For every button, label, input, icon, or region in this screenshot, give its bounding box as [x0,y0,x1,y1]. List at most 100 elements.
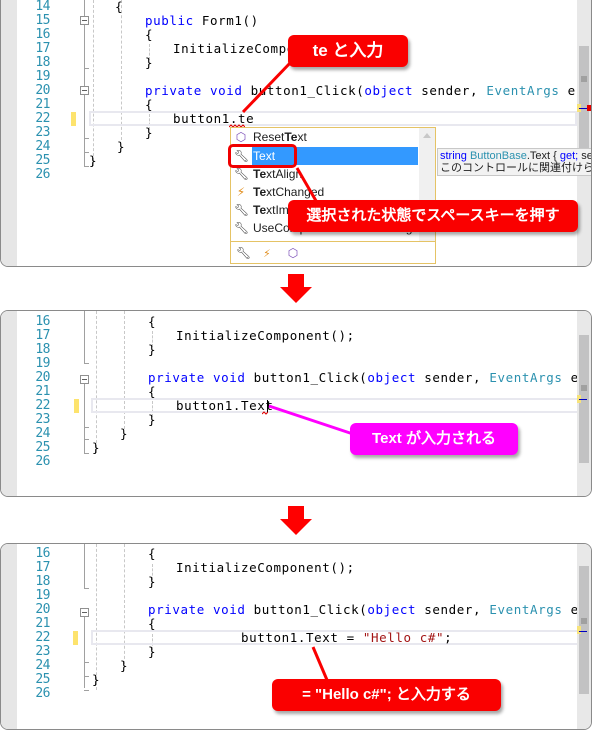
code-text: InitializeComponent(); [176,328,355,343]
line-number: 23 [35,125,50,140]
line-number: 24 [35,658,50,673]
line-number: 21 [35,616,50,631]
code-line[interactable]: 20 private void button1_Click(object send… [1,371,586,385]
method-icon: ⬡ [235,130,247,144]
scroll-marker [581,76,587,82]
vertical-scrollbar[interactable] [577,311,591,496]
code-text: } [89,153,98,168]
code-line[interactable]: 20 private void button1_Click(object send… [1,602,586,617]
code-line[interactable]: 19 [1,357,579,371]
scroll-up-arrow-icon[interactable] [423,133,431,138]
line-number: 24 [35,139,50,154]
method-filter-icon[interactable]: ⬡ [286,246,300,260]
code-line[interactable]: 16 { [1,315,579,329]
code-text: button1.Text = "Hello c#"; [176,631,452,645]
line-number: 15 [35,13,50,28]
code-text: { [148,314,157,329]
code-line[interactable]: 16 { [1,547,579,561]
keyword: public [145,13,194,28]
code-line[interactable]: 19 [1,70,579,84]
code-text: } [120,426,129,441]
code-text: } [92,672,101,687]
code-text: { [148,616,157,631]
code-line[interactable]: 21 { [1,98,579,112]
code-rest: button1_Click( [242,83,365,98]
code-line[interactable]: 14 { [1,0,579,14]
code-line[interactable]: 17 InitializeComponent(); [1,561,579,575]
code-text: } [145,55,154,70]
code-text: } [120,658,129,673]
callout-text-entered: Text が入力される [350,423,518,455]
error-map-marker [587,105,591,111]
code-rest: Form1() [193,13,259,28]
code-line[interactable]: 17 InitializeComponent(); [1,329,579,343]
callout-type-te: te と入力 [288,35,408,67]
code-line-current[interactable]: 22 button1.te [1,112,579,126]
keyword: object [364,83,414,98]
line-number: 18 [35,55,50,70]
intellisense-filter-bar: 🔧︎ ⚡︎ ⬡ [231,241,435,263]
completion-label: TextChanged [253,185,325,199]
callout-type-hello: = "Hello c#"; と入力する [272,679,501,711]
line-number: 24 [35,426,50,441]
property-icon: 🔧︎ [234,221,250,235]
code-line-current[interactable]: 22 button1.Text = "Hello c#"; [1,631,579,645]
line-number: 21 [35,97,50,112]
line-number: 17 [35,328,50,343]
code-line-current[interactable]: 22 button1.Text [1,399,579,413]
scrollbar-thumb[interactable] [579,46,589,154]
code-text: public Form1() [145,14,259,28]
line-number: 25 [35,440,50,455]
code-line[interactable]: 20 private void button1_Click(object send… [1,83,583,98]
keyword: private void [148,602,246,617]
code-text: private void button1_Click(object sender… [148,371,587,385]
line-number: 20 [35,83,50,98]
code-line[interactable]: 21 { [1,385,579,399]
scroll-marker [581,385,587,391]
code-rest: sender, [416,602,490,617]
code-line[interactable]: 21 { [1,617,579,631]
code-line[interactable]: 18} [1,575,579,589]
vertical-scrollbar[interactable] [577,0,591,266]
string-literal: "Hello c#" [362,630,445,645]
code-line[interactable]: 18} [1,343,579,357]
keyword: object [367,370,417,385]
event-filter-icon[interactable]: ⚡︎ [260,246,274,260]
code-text: private void button1_Click(object sender… [148,603,587,617]
line-number: 20 [35,602,50,617]
type-name: EventArgs [486,83,560,98]
type-name: EventArgs [489,370,563,385]
keyword: object [367,602,417,617]
line-number: 19 [35,356,50,371]
property-filter-icon[interactable]: 🔧︎ [236,246,251,260]
code-text: } [148,644,157,659]
code-text: } [148,342,157,357]
line-number: 16 [35,546,50,561]
type-name: EventArgs [489,602,563,617]
highlight-box [228,144,297,168]
line-number: 14 [35,0,50,14]
callout-press-space: 選択された状態でスペースキーを押す [288,200,578,232]
code-line[interactable]: 26 [1,455,579,469]
code-text: } [145,125,154,140]
code-line[interactable]: 24} [1,659,579,673]
code-text: { [148,546,157,561]
line-number: 23 [35,644,50,659]
tooltip-signature: string ButtonBase.Text { get; set; } [440,150,592,162]
line-number: 21 [35,384,50,399]
vertical-scrollbar[interactable] [577,544,591,729]
code-line[interactable]: 15 public Form1() [1,14,579,28]
code-rest: button1_Click( [245,602,368,617]
code-text: { [148,384,157,399]
line-number: 26 [35,167,50,182]
property-icon: 🔧︎ [234,167,250,181]
code-text: } [92,440,101,455]
line-number: 26 [35,686,50,701]
code-line[interactable]: 19 [1,589,579,603]
tooltip-description: このコントロールに関連付けられているテキストです。 [440,162,591,174]
change-map-marker [577,626,581,634]
code-text: } [117,139,126,154]
code-line[interactable]: 23} [1,645,579,659]
property-icon: 🔧︎ [234,203,250,217]
completion-item-textchanged[interactable]: ⚡︎ TextChanged [231,183,419,201]
